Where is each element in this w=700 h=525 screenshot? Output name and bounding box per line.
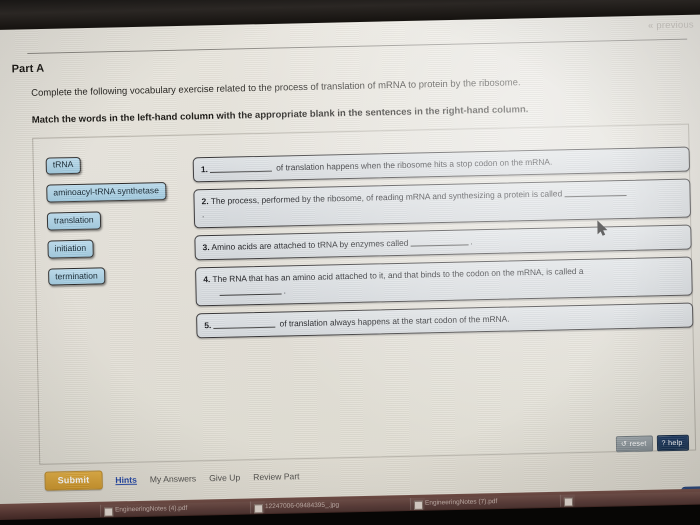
sentence-number: 5. <box>204 320 212 331</box>
previous-link[interactable]: « previous <box>648 20 694 32</box>
sentence-text-before: Amino acids are attached to tRNA by enzy… <box>211 237 409 253</box>
word-tile-termination[interactable]: termination <box>48 267 105 286</box>
page-title: Part A <box>11 62 45 76</box>
hints-link[interactable]: Hints <box>115 474 137 484</box>
answer-blank[interactable] <box>564 186 627 198</box>
assignment-page: Part A Complete the following vocabulary… <box>0 6 700 521</box>
mouse-cursor <box>597 220 608 241</box>
browser-viewport: Part A Complete the following vocabulary… <box>0 0 700 522</box>
sentence-item-2[interactable]: 2. The process, performed by the ribosom… <box>193 178 692 229</box>
sentence-number: 1. <box>200 164 209 175</box>
header-divider <box>27 38 688 54</box>
word-tile-aminoacyl-trna-synthetase[interactable]: aminoacyl-tRNA synthetase <box>46 182 167 203</box>
instruction-line-1: Complete the following vocabulary exerci… <box>31 77 521 99</box>
word-tile-translation[interactable]: translation <box>46 211 101 231</box>
sentence-item-3[interactable]: 3. Amino acids are attached to tRNA by e… <box>194 224 692 261</box>
answer-blank[interactable] <box>209 162 272 174</box>
review-part-link[interactable]: Review Part <box>253 471 300 482</box>
word-tile-initiation[interactable]: initiation <box>47 239 94 259</box>
sentence-number: 2. <box>201 196 209 207</box>
helper-buttons: ↺ reset? help <box>615 434 689 454</box>
action-toolbar: Submit Hints My Answers Give Up Review Part <box>44 463 464 492</box>
screen-photo: Part A Complete the following vocabulary… <box>0 0 700 525</box>
sentence-text-after: . <box>470 236 473 247</box>
sentence-number: 4. <box>203 274 211 285</box>
submit-button[interactable]: Submit <box>44 470 103 491</box>
reset-label: reset <box>629 438 647 448</box>
sentence-text-after: of translation happens when the ribosome… <box>276 156 553 173</box>
answer-blank[interactable] <box>213 318 276 330</box>
help-button[interactable]: ? help <box>656 434 689 451</box>
reset-icon: ↺ <box>620 441 628 449</box>
word-bank: tRNA aminoacyl-tRNA synthetase translati… <box>45 151 199 294</box>
reset-button[interactable]: ↺ reset <box>615 435 653 452</box>
instruction-line-2: Match the words in the left-hand column … <box>31 104 529 126</box>
my-answers-link[interactable]: My Answers <box>150 473 197 484</box>
help-label: help <box>668 437 683 448</box>
sentence-period: . <box>283 285 286 296</box>
sentence-number: 3. <box>202 242 210 253</box>
word-tile-trna[interactable]: tRNA <box>45 156 81 175</box>
answer-blank[interactable] <box>410 236 469 247</box>
answer-blank[interactable] <box>219 285 282 296</box>
sentence-item-4[interactable]: 4. The RNA that has an amino acid attach… <box>195 256 693 307</box>
give-up-link[interactable]: Give Up <box>209 472 240 483</box>
sentence-item-5[interactable]: 5. of translation always happens at the … <box>196 302 694 339</box>
sentence-text-after: of translation always happens at the sta… <box>279 313 510 329</box>
question-mark-icon: ? <box>661 440 666 448</box>
sentence-list: 1. of translation happens when the ribos… <box>192 146 694 346</box>
